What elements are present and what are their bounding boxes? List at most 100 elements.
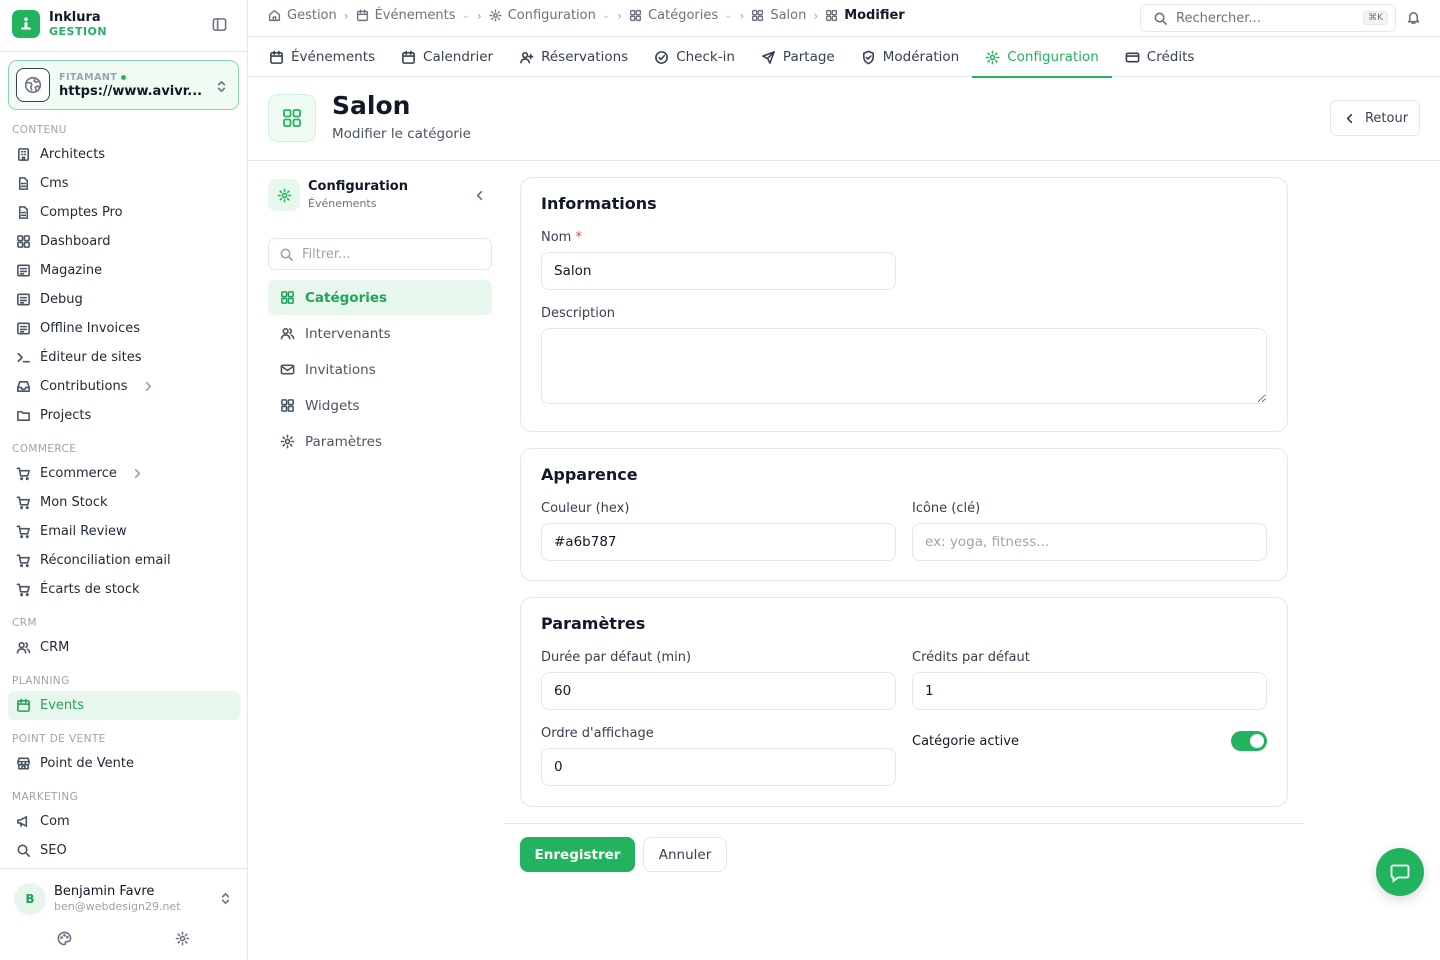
- name-input[interactable]: [554, 263, 895, 279]
- sidebar-item-editeur-de-sites[interactable]: Éditeur de sites: [8, 343, 240, 372]
- order-input[interactable]: [554, 759, 895, 775]
- breadcrumb-item-gestion[interactable]: Gestion: [268, 8, 337, 23]
- sidebar-item-seo[interactable]: SEO: [8, 836, 240, 865]
- chevron-down-icon: ⌄: [601, 10, 611, 21]
- sidebar-item-offline-invoices[interactable]: Offline Invoices: [8, 314, 240, 343]
- back-button[interactable]: Retour: [1330, 100, 1420, 136]
- save-button[interactable]: Enregistrer: [520, 837, 635, 872]
- parametres-card: Paramètres Durée par défaut (min) Crédit…: [520, 597, 1288, 807]
- bell-icon[interactable]: [1406, 10, 1421, 25]
- duration-input[interactable]: [554, 683, 895, 699]
- filter-input[interactable]: [302, 246, 472, 262]
- divider: [0, 51, 248, 52]
- tab-credits[interactable]: Crédits: [1112, 37, 1208, 77]
- chat-button[interactable]: [1376, 848, 1424, 896]
- color-field[interactable]: [541, 523, 896, 561]
- sidebar-item-debug[interactable]: Debug: [8, 285, 240, 314]
- tab-label: Calendrier: [423, 49, 494, 65]
- description-textarea[interactable]: [541, 328, 1267, 404]
- sidebar-item-magazine[interactable]: Magazine: [8, 256, 240, 285]
- config-subtitle: Événements: [308, 197, 377, 210]
- shield-check-icon: [861, 50, 876, 65]
- active-label: Catégorie active: [912, 734, 1019, 749]
- cart-icon: [16, 466, 31, 481]
- card-title: Apparence: [541, 465, 638, 484]
- chat-bubble-icon: [1389, 861, 1411, 883]
- sidebar-item-ecommerce[interactable]: Ecommerce: [8, 459, 240, 488]
- newspaper-icon: [16, 263, 31, 278]
- breadcrumb-label: Catégories: [648, 8, 719, 23]
- config-item-parametres[interactable]: Paramètres: [268, 424, 492, 459]
- sidebar-item-events[interactable]: Events: [8, 691, 240, 720]
- sidebar-item-label: Éditeur de sites: [40, 350, 142, 365]
- chevron-right-icon: ›: [617, 8, 623, 23]
- duration-field[interactable]: [541, 672, 896, 710]
- breadcrumb-item-configuration[interactable]: Configuration ⌄: [489, 8, 611, 23]
- breadcrumb-label: Configuration: [507, 8, 596, 23]
- order-field[interactable]: [541, 748, 896, 786]
- sidebar-item-crm[interactable]: CRM: [8, 633, 240, 662]
- search-icon: [279, 247, 294, 262]
- breadcrumb-item-categories[interactable]: Catégories ⌄: [629, 8, 733, 23]
- sidebar-item-email-review[interactable]: Email Review: [8, 517, 240, 546]
- sidebar-item-comptes-pro[interactable]: Comptes Pro: [8, 198, 240, 227]
- tab-calendrier[interactable]: Calendrier: [388, 37, 506, 77]
- color-label: Couleur (hex): [541, 501, 630, 516]
- credits-field[interactable]: [912, 672, 1267, 710]
- sidebar-item-dashboard[interactable]: Dashboard: [8, 227, 240, 256]
- site-switcher[interactable]: FITAMANT https://www.avivr...: [8, 60, 239, 110]
- sidebar-item-point-de-vente[interactable]: Point de Vente: [8, 749, 240, 778]
- filter-field[interactable]: [268, 238, 492, 270]
- sidebar-item-projects[interactable]: Projects: [8, 401, 240, 430]
- tab-reservations[interactable]: Réservations: [506, 37, 641, 77]
- grid-icon: [629, 9, 642, 22]
- user-menu[interactable]: B Benjamin Favre ben@webdesign29.net: [0, 868, 248, 960]
- tab-configuration[interactable]: Configuration: [972, 37, 1112, 78]
- breadcrumb-item-evenements[interactable]: Événements ⌄: [356, 8, 470, 23]
- sidebar-item-contributions[interactable]: Contributions: [8, 372, 240, 401]
- description-label: Description: [541, 306, 616, 321]
- tab-evenements[interactable]: Événements: [256, 37, 388, 77]
- collapse-chevron-left-icon[interactable]: [472, 188, 487, 203]
- sidebar-item-com[interactable]: Com: [8, 807, 240, 836]
- sidebar-item-mon-stock[interactable]: Mon Stock: [8, 488, 240, 517]
- breadcrumb: Gestion › Événements ⌄ › Configuration ⌄ ›…: [268, 8, 905, 23]
- tab-moderation[interactable]: Modération: [848, 37, 972, 77]
- sidebar-item-reconciliation-email[interactable]: Réconciliation email: [8, 546, 240, 575]
- config-item-categories[interactable]: Catégories: [268, 280, 492, 315]
- sidebar-item-architects[interactable]: Architects: [8, 140, 240, 169]
- name-field[interactable]: [541, 252, 896, 290]
- breadcrumb-label: Événements: [374, 8, 456, 23]
- sidebar-toggle-icon[interactable]: [212, 17, 227, 32]
- global-search[interactable]: ⌘K: [1140, 4, 1396, 32]
- settings-icon: [489, 9, 502, 22]
- icon-field[interactable]: [912, 523, 1267, 561]
- chevron-left-icon: [1342, 111, 1357, 126]
- sidebar-item-cms[interactable]: Cms: [8, 169, 240, 198]
- tab-label: Réservations: [541, 49, 629, 65]
- site-url: https://www.avivr...: [59, 83, 203, 99]
- color-input[interactable]: [554, 534, 895, 550]
- tab-partage[interactable]: Partage: [748, 37, 848, 77]
- breadcrumb-item-salon[interactable]: Salon: [751, 8, 806, 23]
- calendar-icon: [269, 50, 284, 65]
- tab-check-in[interactable]: Check-in: [641, 37, 748, 77]
- home-icon: [268, 9, 281, 22]
- credits-input[interactable]: [925, 683, 1266, 699]
- settings-icon[interactable]: [175, 931, 190, 946]
- sidebar-item-label: Architects: [40, 147, 106, 162]
- top-bar: Gestion › Événements ⌄ › Configuration ⌄ ›…: [248, 0, 1440, 36]
- config-item-intervenants[interactable]: Intervenants: [268, 316, 492, 351]
- palette-icon[interactable]: [57, 931, 72, 946]
- config-item-invitations[interactable]: Invitations: [268, 352, 492, 387]
- divider: [504, 823, 1304, 824]
- cancel-button[interactable]: Annuler: [643, 837, 727, 872]
- sidebar-item-ecarts-de-stock[interactable]: Écarts de stock: [8, 575, 240, 604]
- icon-input[interactable]: [925, 534, 1266, 550]
- search-input[interactable]: [1176, 10, 1356, 26]
- config-item-widgets[interactable]: Widgets: [268, 388, 492, 423]
- settings-icon: [985, 50, 1000, 65]
- brand[interactable]: Inklura GESTION: [12, 10, 107, 38]
- active-toggle[interactable]: [1231, 731, 1267, 751]
- calendar-icon: [16, 698, 31, 713]
